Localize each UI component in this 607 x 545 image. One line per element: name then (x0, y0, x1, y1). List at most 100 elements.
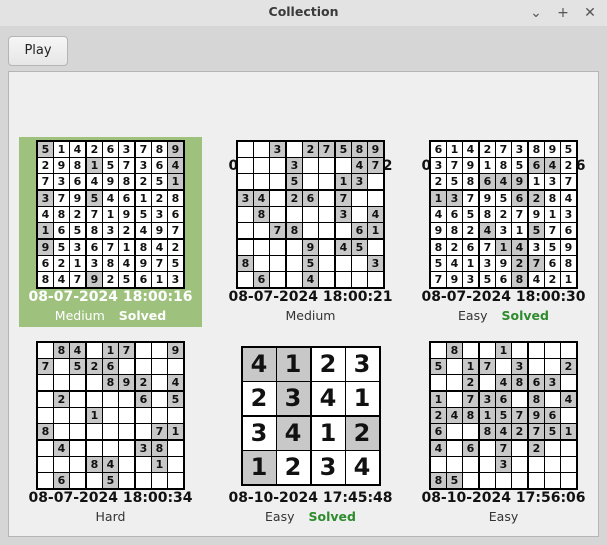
sudoku-cell (319, 174, 334, 189)
puzzle-tile[interactable]: 4 1 2 3 2 3 4 1 3 4 1 2 1 2 3 4 08-10-2024 17:45:48 Easy S… (219, 338, 402, 528)
sudoku-cell: 1 (103, 207, 118, 222)
sudoku-cell (270, 207, 285, 222)
sudoku-cell (238, 158, 253, 173)
sudoku-cell: 1 (447, 142, 462, 157)
puzzle-tile[interactable]: 3 2 7 5 8 9 3 4 7 5 1 3 3 4 2 6 7 8 3 4 7 8 6 1 9 4 5 8 5 3 6 4 08-07-20… (219, 137, 402, 327)
sudoku-cell (336, 158, 351, 173)
sudoku-cell: 4 (103, 457, 118, 472)
sudoku-cell (431, 375, 446, 390)
sudoku-cell (545, 441, 560, 456)
sudoku-cell: 1 (345, 381, 379, 415)
sudoku-cell: 8 (54, 207, 69, 222)
sudoku-cell (119, 441, 134, 456)
sudoku-cell: 6 (136, 272, 151, 287)
sudoku-cell: 7 (38, 174, 53, 189)
sudoku-cell: 8 (463, 174, 478, 189)
sudoku-cell: 5 (447, 174, 462, 189)
puzzle-tile[interactable]: 8151732248631736842481579668427514672385… (412, 338, 595, 528)
minimize-icon[interactable]: ⌄ (526, 3, 546, 23)
sudoku-cell: 3 (545, 375, 560, 390)
sudoku-cell: 5 (168, 392, 183, 407)
puzzle-tile[interactable]: 6142738953791856422586491371379562844658… (412, 137, 595, 327)
close-icon[interactable]: ✕ (580, 3, 600, 23)
sudoku-cell: 4 (54, 272, 69, 287)
sudoku-cell (38, 473, 53, 488)
sudoku-cell: 1 (136, 191, 151, 206)
sudoku-cell (238, 272, 253, 287)
sudoku-cell (480, 473, 495, 488)
sudoku-cell: 4 (103, 191, 118, 206)
sudoku-grid: 8417975268924265187143884165 (36, 341, 185, 490)
sudoku-cell (152, 343, 167, 358)
sudoku-cell (270, 158, 285, 173)
sudoku-cell: 7 (103, 240, 118, 255)
sudoku-cell: 7 (529, 256, 544, 271)
sudoku-cell: 4 (496, 174, 511, 189)
sudoku-cell (319, 240, 334, 255)
puzzle-meta: Hard (19, 509, 202, 524)
sudoku-cell (512, 457, 527, 472)
sudoku-cell: 5 (431, 359, 446, 374)
sudoku-cell (561, 441, 576, 456)
sudoku-cell: 4 (352, 158, 367, 173)
sudoku-cell: 1 (561, 272, 576, 287)
sudoku-cell (136, 473, 151, 488)
sudoku-cell: 5 (336, 142, 351, 157)
puzzle-meta: Medium Solved (19, 308, 202, 323)
sudoku-cell: 4 (254, 191, 269, 206)
sudoku-cell (480, 375, 495, 390)
sudoku-cell: 4 (168, 375, 183, 390)
sudoku-cell: 2 (529, 191, 544, 206)
maximize-icon[interactable]: + (553, 3, 573, 23)
sudoku-cell: 6 (254, 272, 269, 287)
sudoku-cell (447, 392, 462, 407)
sudoku-cell: 8 (352, 142, 367, 157)
sudoku-cell: 6 (431, 142, 446, 157)
sudoku-cell: 4 (54, 441, 69, 456)
sudoku-cell: 1 (431, 191, 446, 206)
sudoku-cell: 2 (303, 142, 318, 157)
sudoku-cell: 8 (287, 223, 302, 238)
sudoku-cell (87, 473, 102, 488)
sudoku-cell (70, 473, 85, 488)
sudoku-cell: 8 (136, 240, 151, 255)
sudoku-cell (103, 424, 118, 439)
sudoku-cell (270, 256, 285, 271)
sudoku-cell: 3 (561, 207, 576, 222)
sudoku-cell (136, 424, 151, 439)
sudoku-cell: 9 (54, 158, 69, 173)
sudoku-cell (352, 191, 367, 206)
sudoku-cell: 8 (70, 158, 85, 173)
sudoku-cell: 5 (70, 359, 85, 374)
sudoku-cell: 9 (545, 142, 560, 157)
sudoku-cell: 1 (242, 450, 276, 484)
sudoku-cell: 1 (119, 240, 134, 255)
sudoku-cell: 9 (561, 240, 576, 255)
puzzle-meta: Medium (219, 308, 402, 323)
sudoku-cell: 2 (103, 272, 118, 287)
sudoku-cell: 2 (136, 375, 151, 390)
sudoku-cell: 7 (480, 359, 495, 374)
sudoku-cell: 3 (512, 142, 527, 157)
puzzle-tile[interactable]: 8 4 1 7 9 7 5 2 6 8 9 2 4 2 6 5 1 8 7 1 4 3 8 8 4 1 6 5 08-07-2024 1… (19, 338, 202, 528)
play-button[interactable]: Play (8, 36, 68, 66)
sudoku-cell: 6 (87, 240, 102, 255)
sudoku-cell: 7 (168, 223, 183, 238)
sudoku-cell: 6 (136, 392, 151, 407)
sudoku-cell: 3 (54, 174, 69, 189)
sudoku-cell: 4 (119, 256, 134, 271)
sudoku-cell: 8 (561, 256, 576, 271)
sudoku-cell (136, 343, 151, 358)
sudoku-cell: 6 (119, 191, 134, 206)
sudoku-cell: 1 (480, 408, 495, 423)
sudoku-cell: 1 (496, 343, 511, 358)
sudoku-cell: 7 (463, 392, 478, 407)
sudoku-cell: 8 (447, 223, 462, 238)
sudoku-cell: 3 (512, 359, 527, 374)
sudoku-cell: 4 (336, 240, 351, 255)
puzzle-tile[interactable]: 5142637892981573647364982513795461284827… (19, 137, 202, 327)
sudoku-cell: 9 (38, 240, 53, 255)
sudoku-cell: 1 (545, 207, 560, 222)
sudoku-cell: 4 (561, 191, 576, 206)
sudoku-cell: 3 (242, 416, 276, 450)
